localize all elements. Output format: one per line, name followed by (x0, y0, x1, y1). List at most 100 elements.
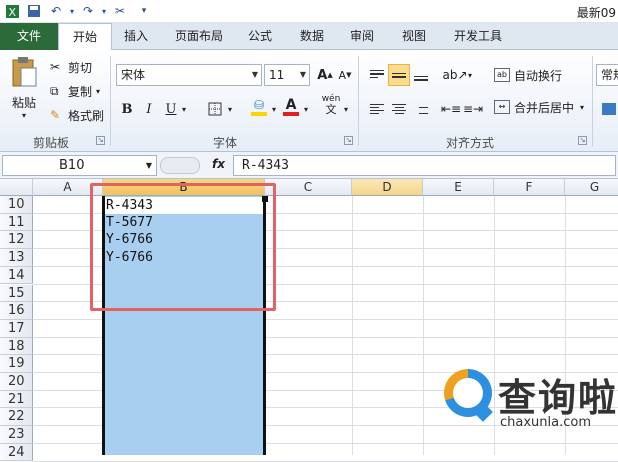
redo-dropdown-icon[interactable]: ▾ (96, 3, 112, 19)
row-header-13[interactable]: 13 (0, 249, 33, 267)
align-middle-icon (392, 70, 406, 81)
tab-home[interactable]: 开始 (58, 23, 112, 51)
align-left-button[interactable] (366, 98, 388, 120)
increase-indent-icon: ≡⇥ (462, 102, 484, 116)
phonetic-guide-button[interactable]: wén 文 (320, 94, 342, 116)
column-header-d[interactable]: D (352, 179, 423, 196)
clipboard-launcher-icon[interactable]: ↘ (96, 136, 105, 145)
scissors-icon: ✂ (50, 60, 61, 74)
row-header-21[interactable]: 21 (0, 390, 33, 409)
font-name-combo[interactable]: 宋体 ▼ (116, 64, 262, 86)
orientation-button[interactable]: ab↗ (442, 64, 467, 86)
fill-color-button[interactable]: ⛁ (248, 96, 270, 118)
row-header-15[interactable]: 15 (0, 284, 33, 303)
underline-dropdown-icon[interactable]: ▾ (178, 98, 190, 120)
borders-dropdown-icon[interactable]: ▾ (224, 98, 236, 120)
number-format-value: 常规 (601, 68, 618, 82)
merge-center-dropdown-icon[interactable]: ▾ (580, 103, 584, 112)
alignment-launcher-icon[interactable]: ↘ (578, 136, 587, 145)
tab-data[interactable]: 数据 (292, 23, 332, 50)
row-header-17[interactable]: 17 (0, 319, 33, 338)
shrink-font-button[interactable]: A ▼ (334, 64, 356, 86)
watermark: 查询啦 chaxunla.com (440, 365, 618, 440)
font-color-button[interactable]: A (280, 96, 302, 118)
fill-color-dropdown-icon[interactable]: ▾ (268, 98, 280, 120)
tab-formulas[interactable]: 公式 (240, 23, 280, 50)
wrap-text-button[interactable]: ab 自动换行 (494, 66, 562, 84)
tab-page-layout[interactable]: 页面布局 (166, 23, 232, 50)
bold-button[interactable]: B (116, 98, 138, 120)
increase-indent-button[interactable]: ≡⇥ (462, 98, 484, 120)
number-format-combo[interactable]: 常规 (596, 64, 618, 86)
group-separator (358, 56, 359, 146)
copy-label: 复制 (68, 84, 93, 99)
row-header-22[interactable]: 22 (0, 408, 33, 427)
column-header-e[interactable]: E (423, 179, 494, 196)
tab-view[interactable]: 视图 (394, 23, 434, 50)
tab-insert[interactable]: 插入 (116, 23, 156, 50)
svg-text:X: X (8, 6, 16, 19)
row-header-12[interactable]: 12 (0, 231, 33, 250)
paste-label: 粘贴 (11, 96, 36, 110)
phonetic-dropdown-icon[interactable]: ▾ (340, 98, 352, 120)
accounting-format-button[interactable] (598, 98, 618, 120)
insert-function-icon[interactable]: fx (212, 157, 225, 171)
align-bottom-button[interactable] (410, 64, 432, 86)
column-header-f[interactable]: F (494, 179, 565, 196)
row-header-11[interactable]: 11 (0, 213, 33, 232)
italic-button[interactable]: I (138, 98, 160, 120)
row-header-19[interactable]: 19 (0, 355, 33, 373)
row-header-18[interactable]: 18 (0, 337, 33, 356)
copy-button[interactable]: ⧉ 复制 ▾ (50, 82, 100, 100)
tab-file[interactable]: 文件 (0, 23, 58, 50)
copy-dropdown-icon[interactable]: ▾ (96, 87, 100, 96)
gridline (423, 196, 424, 455)
undo-dropdown-icon[interactable]: ▾ (64, 3, 80, 19)
watermark-url: chaxunla.com (500, 415, 591, 430)
redo-icon[interactable]: ↷ (80, 3, 96, 19)
font-size-combo[interactable]: 11 ▼ (264, 64, 310, 86)
alignment-group-label: 对齐方式 (445, 136, 494, 150)
align-top-button[interactable] (366, 64, 388, 86)
name-box[interactable]: B10 ▼ (2, 155, 157, 176)
row-header-14[interactable]: 14 (0, 266, 33, 285)
paste-icon (12, 57, 37, 87)
paste-dropdown-icon[interactable]: ▾ (22, 111, 26, 120)
row-header-20[interactable]: 20 (0, 373, 33, 391)
column-header-g[interactable]: G (565, 179, 618, 196)
cut-button[interactable]: ✂ 剪切 (50, 58, 92, 76)
paint-bucket-icon: ⛁ (253, 98, 265, 112)
formula-bar-splitter[interactable] (160, 157, 200, 174)
save-icon[interactable] (26, 3, 42, 19)
font-color-dropdown-icon[interactable]: ▾ (300, 98, 312, 120)
font-launcher-icon[interactable]: ↘ (344, 136, 353, 145)
font-color-letter: A (285, 97, 297, 113)
paste-button[interactable]: 粘贴 ▾ (8, 56, 40, 120)
accounting-icon (602, 103, 616, 115)
tab-review[interactable]: 审阅 (342, 23, 382, 50)
tab-developer[interactable]: 开发工具 (446, 23, 510, 50)
font-group-label: 字体 (212, 136, 237, 150)
customize-qat-icon[interactable]: ▾ (136, 3, 152, 19)
row-header-16[interactable]: 16 (0, 302, 33, 320)
borders-button[interactable] (204, 98, 226, 120)
decrease-indent-button[interactable]: ⇤≡ (440, 98, 462, 120)
tools-icon[interactable]: ✂ (112, 3, 128, 19)
align-center-button[interactable] (388, 98, 410, 120)
formula-input[interactable]: R-4343 (233, 155, 616, 176)
merge-center-button[interactable]: ↔ 合并后居中 ▾ (494, 98, 584, 116)
group-separator (592, 56, 593, 146)
select-all-corner[interactable] (0, 179, 33, 196)
grow-font-button[interactable]: A ▲ (314, 64, 336, 86)
row-header-10[interactable]: 10 (0, 196, 33, 214)
format-painter-button[interactable]: ✎ 格式刷 (50, 106, 104, 124)
align-right-button[interactable] (410, 98, 432, 120)
undo-icon[interactable]: ↶ (48, 3, 64, 19)
orientation-dropdown-icon[interactable]: ▾ (464, 64, 476, 86)
watermark-name: 查询啦 (498, 376, 618, 420)
column-header-c[interactable]: C (265, 179, 352, 196)
row-header-23[interactable]: 23 (0, 426, 33, 444)
align-middle-button[interactable] (388, 64, 410, 86)
row-header-24[interactable]: 24 (0, 443, 33, 462)
chevron-down-icon: ▼ (299, 70, 306, 79)
